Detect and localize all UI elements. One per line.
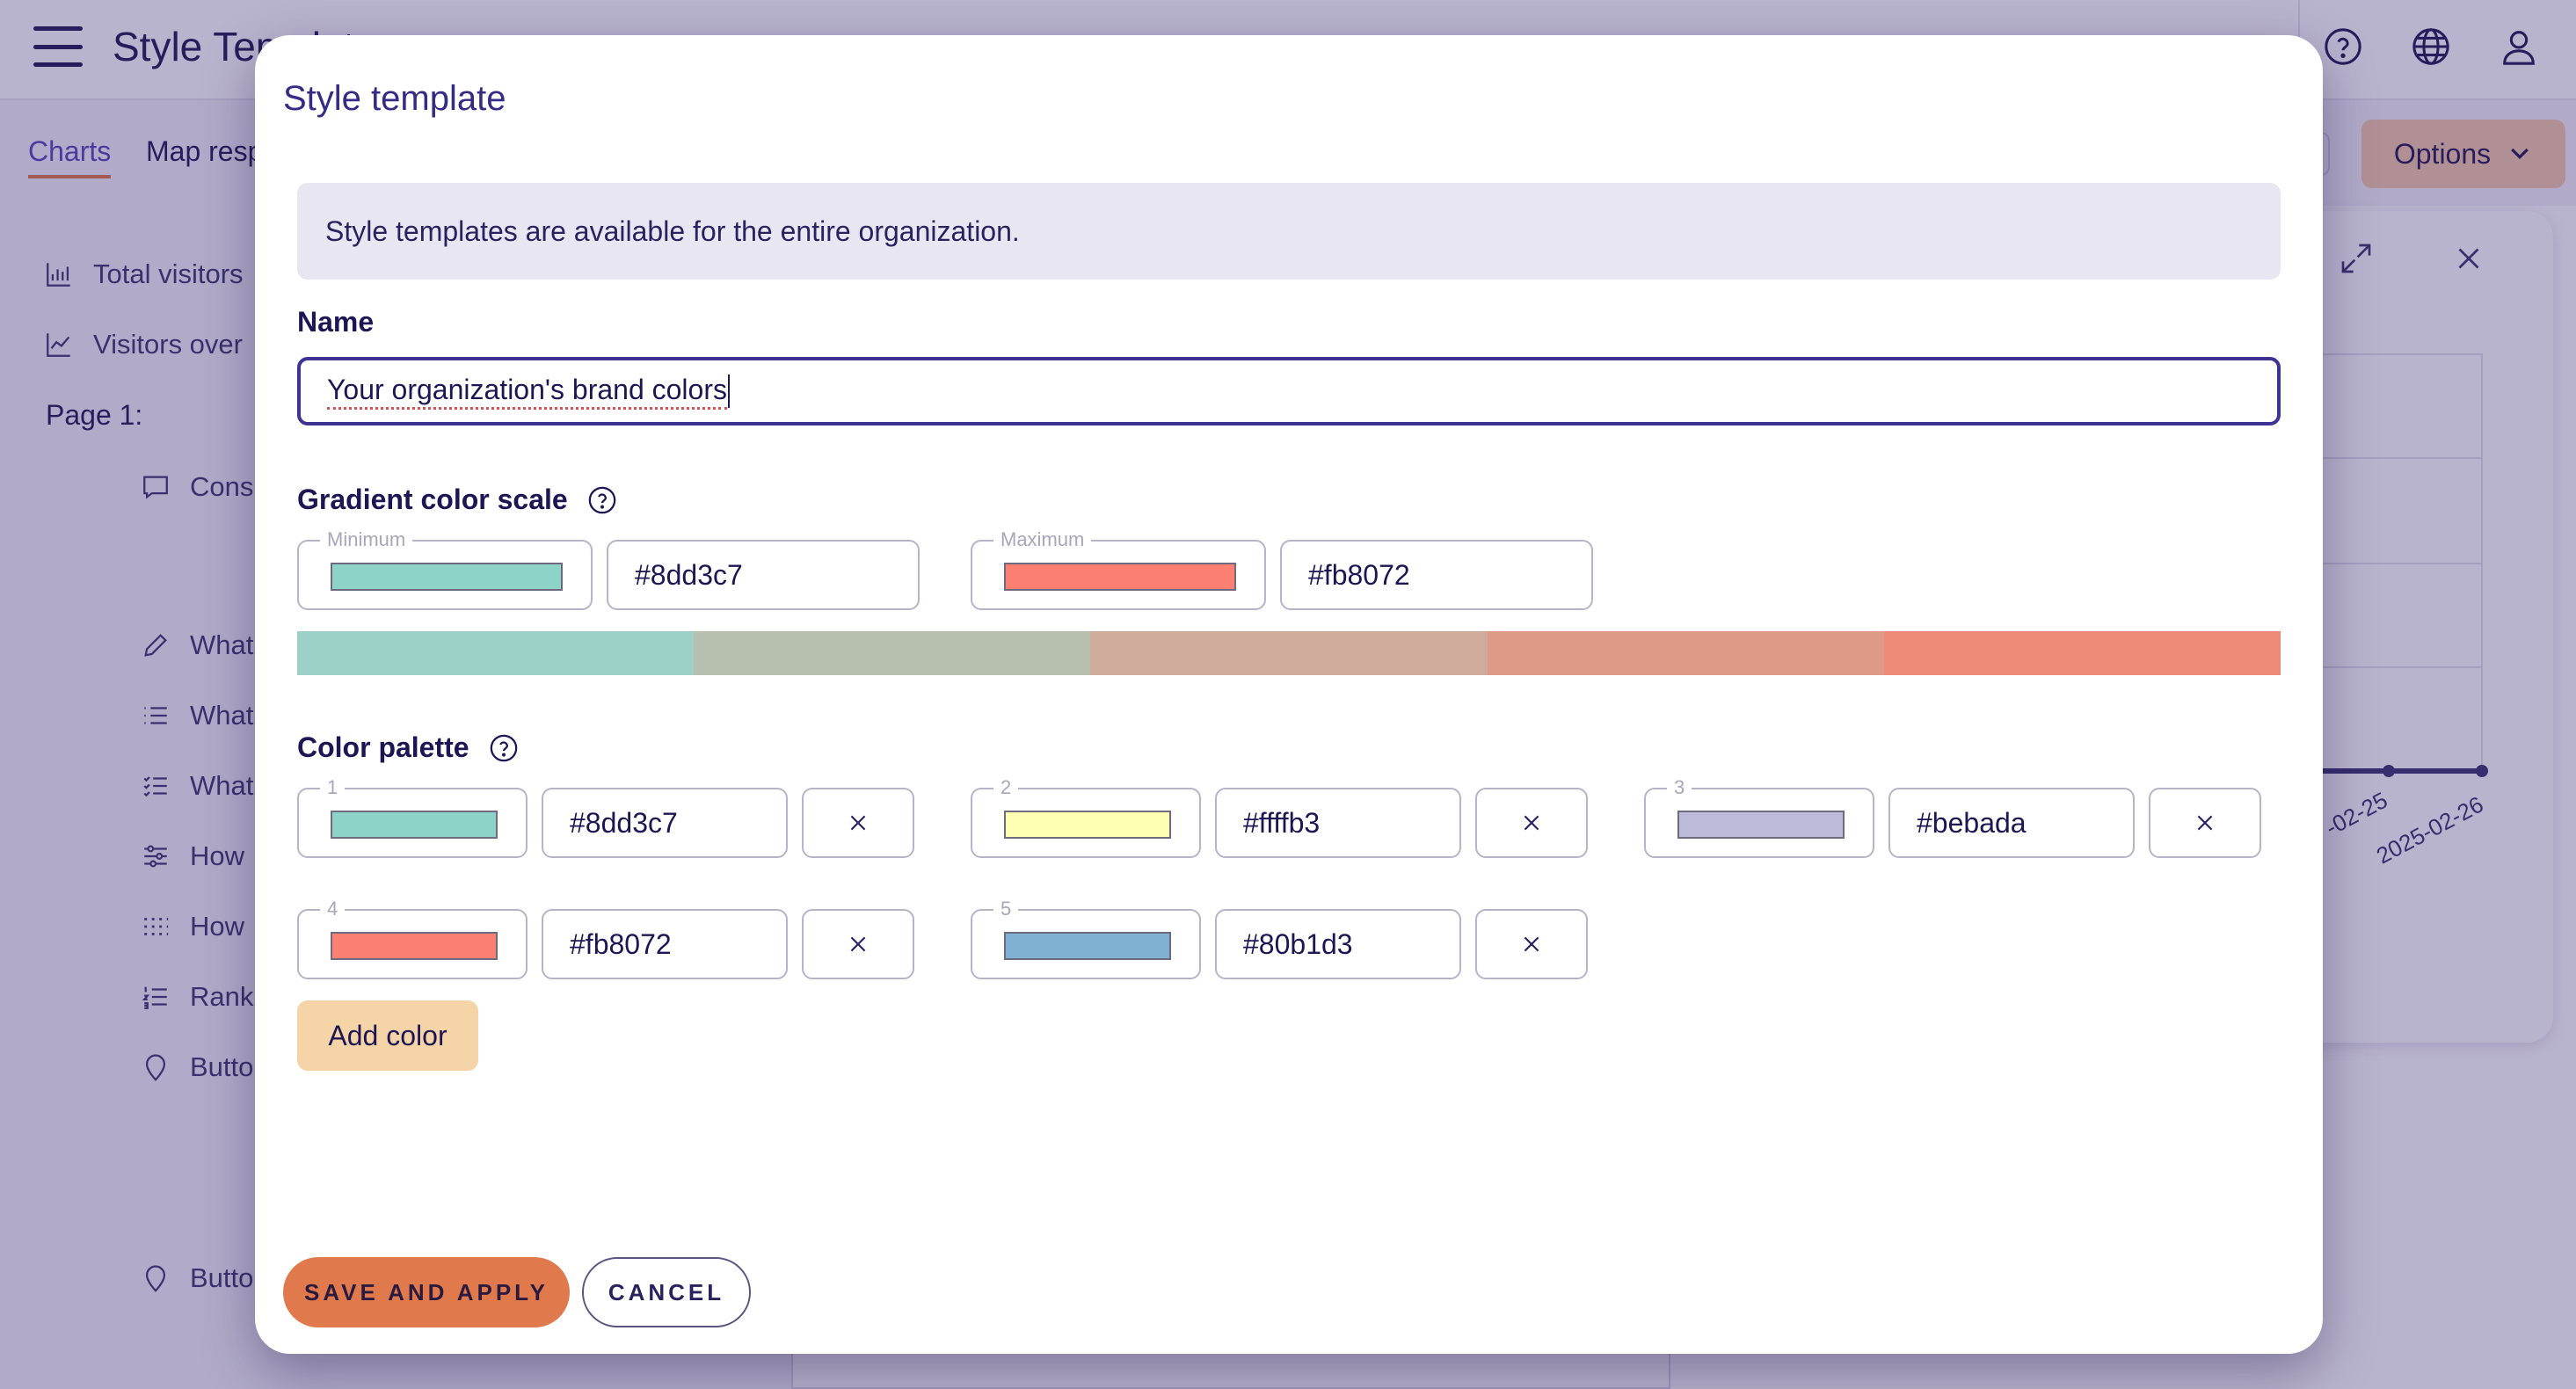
help-icon[interactable]: [489, 733, 519, 763]
palette-color-picker-1[interactable]: 1: [297, 775, 528, 858]
palette-color-picker-2[interactable]: 2: [971, 775, 1201, 858]
close-icon: [1524, 936, 1539, 952]
gradient-min-legend: Minimum: [320, 527, 413, 552]
info-text: Style templates are available for the en…: [325, 215, 1020, 247]
palette-index: 5: [993, 897, 1019, 921]
dialog-title: Style template: [283, 79, 506, 118]
name-label: Name: [297, 306, 374, 338]
palette-color-picker-4[interactable]: 4: [297, 897, 528, 979]
gradient-max-color-picker[interactable]: Maximum: [971, 527, 1266, 610]
help-icon[interactable]: [587, 485, 617, 515]
palette-hex-input-2[interactable]: #ffffb3: [1215, 788, 1461, 858]
palette-index: 2: [993, 775, 1019, 800]
hex-value: #8dd3c7: [635, 558, 743, 591]
palette-label-text: Color palette: [297, 731, 469, 763]
remove-color-button-2[interactable]: [1475, 788, 1588, 858]
gradient-label: Gradient color scale: [297, 484, 617, 516]
gradient-max-legend: Maximum: [993, 527, 1092, 552]
remove-color-button-5[interactable]: [1475, 909, 1588, 979]
hex-value: #fb8072: [570, 927, 672, 960]
palette-label: Color palette: [297, 731, 519, 764]
name-input-value: Your organization's brand colors: [327, 374, 727, 410]
gradient-max-hex-input[interactable]: #fb8072: [1280, 540, 1593, 610]
gradient-step: [1883, 631, 2281, 675]
palette-hex-input-5[interactable]: #80b1d3: [1215, 909, 1461, 979]
gradient-step: [1090, 631, 1488, 675]
add-color-label: Add color: [328, 1019, 448, 1051]
save-and-apply-button[interactable]: SAVE AND APPLY: [283, 1257, 570, 1327]
palette-hex-input-4[interactable]: #fb8072: [542, 909, 788, 979]
name-input[interactable]: Your organization's brand colors: [297, 357, 2281, 425]
gradient-preview: [297, 631, 2281, 675]
save-label: SAVE AND APPLY: [303, 1278, 549, 1305]
remove-color-button-4[interactable]: [802, 909, 914, 979]
hex-value: #ffffb3: [1243, 806, 1321, 839]
palette-color-picker-5[interactable]: 5: [971, 897, 1201, 979]
hex-value: #80b1d3: [1243, 927, 1353, 960]
name-label-text: Name: [297, 306, 375, 338]
color-swatch: [1677, 811, 1845, 839]
palette-hex-input-1[interactable]: #8dd3c7: [542, 788, 788, 858]
palette-index: 3: [1667, 775, 1692, 800]
add-color-button[interactable]: Add color: [297, 1000, 478, 1071]
gradient-label-text: Gradient color scale: [297, 484, 568, 515]
close-icon: [850, 936, 866, 952]
palette-index: 1: [320, 775, 346, 800]
close-icon: [1524, 815, 1539, 831]
color-swatch: [1004, 932, 1171, 960]
cancel-label: CANCEL: [608, 1278, 725, 1305]
palette-hex-input-3[interactable]: #bebada: [1888, 788, 2135, 858]
gradient-min-color-picker[interactable]: Minimum: [297, 527, 593, 610]
color-swatch: [331, 811, 498, 839]
palette-index: 4: [320, 897, 346, 921]
remove-color-button-3[interactable]: [2149, 788, 2261, 858]
gradient-step: [694, 631, 1091, 675]
info-banner: Style templates are available for the en…: [297, 183, 2281, 280]
cancel-button[interactable]: CANCEL: [582, 1257, 751, 1327]
gradient-min-hex-input[interactable]: #8dd3c7: [607, 540, 920, 610]
color-swatch: [1004, 563, 1236, 591]
color-swatch: [1004, 811, 1171, 839]
gradient-step: [297, 631, 695, 675]
color-swatch: [331, 563, 563, 591]
close-icon: [2197, 815, 2213, 831]
close-icon: [850, 815, 866, 831]
text-cursor: [727, 375, 730, 408]
hex-value: #fb8072: [1308, 558, 1410, 591]
hex-value: #8dd3c7: [570, 806, 678, 839]
style-template-dialog: Style template Style templates are avail…: [255, 35, 2323, 1354]
color-swatch: [331, 932, 498, 960]
gradient-step: [1487, 631, 1884, 675]
hex-value: #bebada: [1917, 806, 2027, 839]
palette-color-picker-3[interactable]: 3: [1644, 775, 1874, 858]
remove-color-button-1[interactable]: [802, 788, 914, 858]
